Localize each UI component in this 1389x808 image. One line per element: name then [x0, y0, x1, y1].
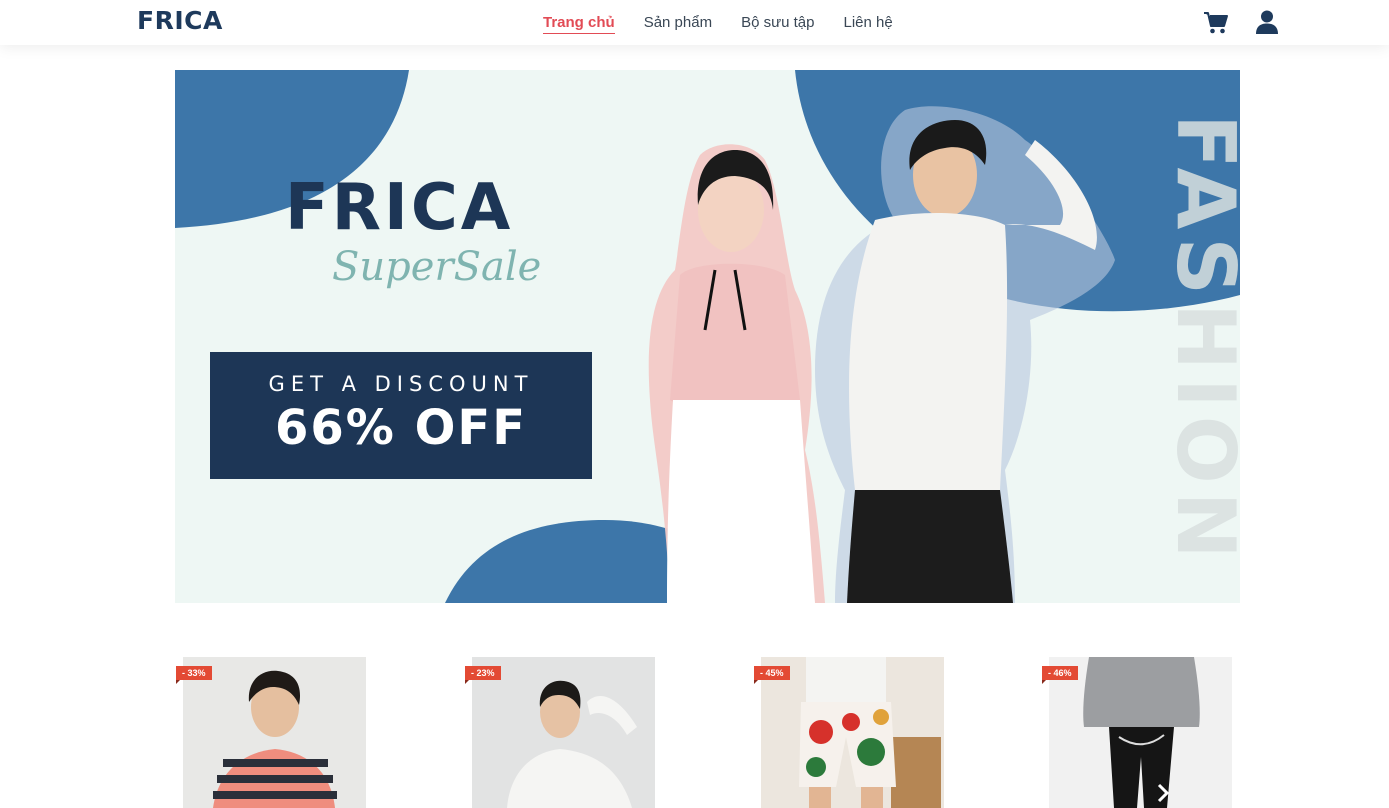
nav-item-home[interactable]: Trang chủ	[543, 13, 615, 34]
hero-banner[interactable]: FRICA SuperSale GET A DISCOUNT 66% OFF F…	[175, 70, 1240, 603]
nav-item-products[interactable]: Sản phẩm	[644, 13, 712, 34]
discount-line2: 66% OFF	[275, 400, 527, 456]
nav-item-contact[interactable]: Liên hệ	[844, 13, 893, 34]
user-icon[interactable]	[1256, 10, 1278, 34]
banner-background-art	[175, 70, 1240, 603]
brand-logo[interactable]: FRICA	[137, 6, 223, 36]
discount-line1: GET A DISCOUNT	[268, 372, 534, 396]
top-navbar: FRICA Trang chủ Sản phẩm Bộ sưu tập Liên…	[0, 0, 1389, 45]
banner-script-text: SuperSale	[332, 244, 542, 290]
discount-badge: - 33%	[176, 666, 212, 684]
banner-title: FRICA	[285, 171, 514, 245]
main-nav: Trang chủ Sản phẩm Bộ sưu tập Liên hệ	[543, 13, 893, 34]
discount-badge: - 23%	[465, 666, 501, 684]
discount-badge: - 46%	[1042, 666, 1078, 684]
discount-badge: - 45%	[754, 666, 790, 684]
cart-icon[interactable]	[1203, 11, 1229, 35]
model-woman-figure	[648, 144, 825, 603]
nav-item-collections[interactable]: Bộ sưu tập	[741, 13, 814, 34]
banner-vertical-text: FASHION	[1159, 113, 1240, 567]
discount-box[interactable]: GET A DISCOUNT 66% OFF	[210, 352, 592, 479]
